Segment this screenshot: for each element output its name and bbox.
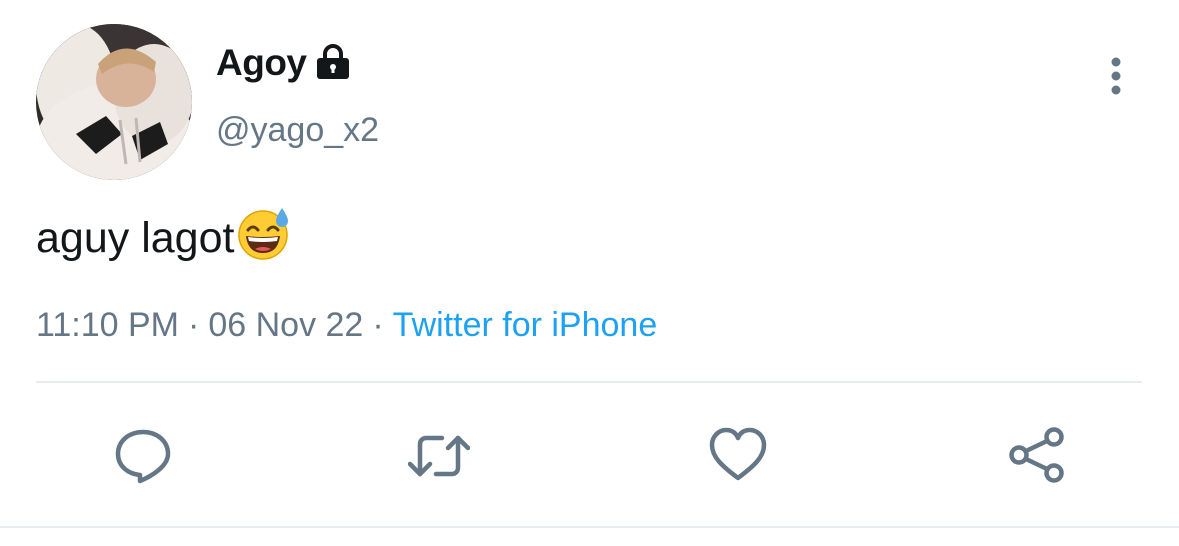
tweet-meta: 11:10 PM · 06 Nov 22 · Twitter for iPhone (36, 303, 657, 347)
lock-icon (317, 44, 349, 79)
tweet-source-link[interactable]: Twitter for iPhone (393, 306, 658, 344)
bottom-divider (0, 526, 1179, 528)
user-handle[interactable]: @yago_x2 (216, 108, 379, 152)
grinning-face-with-sweat-icon (238, 208, 289, 260)
retweet-icon (408, 435, 470, 477)
share-button[interactable] (1006, 426, 1068, 486)
reply-icon (115, 429, 171, 484)
tweet-card: Agoy @yago_x2 aguy lagot 11:10 PM · 06 Nov… (0, 0, 1179, 546)
tweet-body: aguy lagot (36, 205, 292, 267)
tweet-time: 11:10 PM (36, 306, 180, 344)
meta-separator: · (188, 306, 200, 344)
tweet-text: aguy lagot (36, 214, 235, 262)
avatar[interactable] (36, 24, 192, 180)
like-button[interactable] (708, 426, 770, 486)
divider (36, 381, 1142, 383)
display-name[interactable]: Agoy (216, 40, 307, 86)
heart-icon (709, 427, 767, 481)
share-icon (1009, 427, 1064, 483)
reply-button[interactable] (112, 426, 174, 486)
avatar-photo-icon (36, 24, 192, 180)
meta-separator: · (372, 306, 384, 344)
tweet-date: 06 Nov 22 (208, 306, 364, 344)
retweet-button[interactable] (408, 426, 470, 486)
more-vertical-icon[interactable] (1096, 54, 1136, 98)
